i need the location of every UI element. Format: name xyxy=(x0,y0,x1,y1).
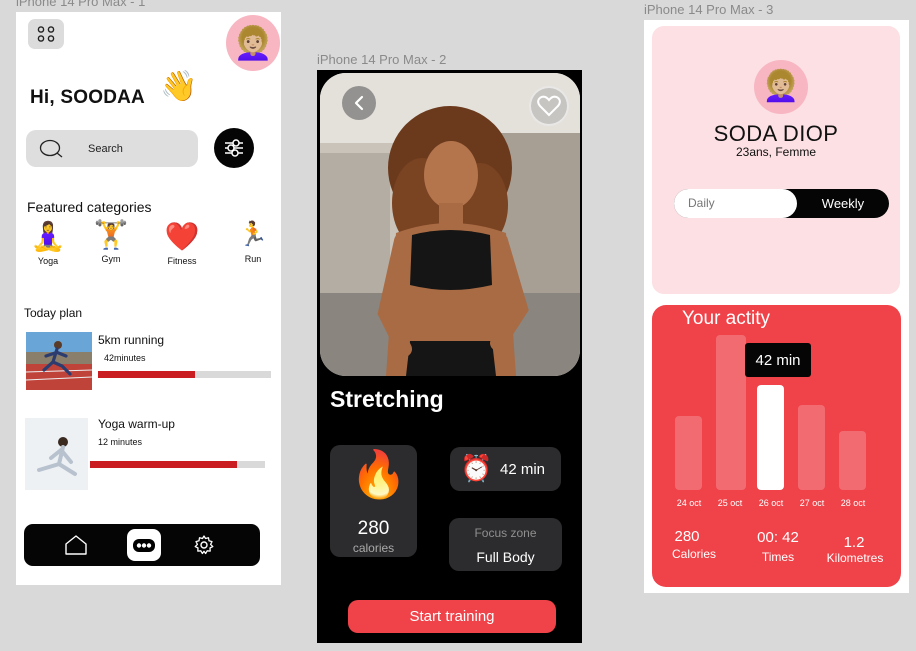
menu-button[interactable] xyxy=(28,19,64,49)
activity-bar[interactable] xyxy=(757,384,784,490)
nav-home[interactable] xyxy=(62,532,90,558)
duration-value: 42 min xyxy=(500,461,546,478)
activity-title: Your actity xyxy=(682,308,771,329)
plan-progress-fill xyxy=(98,371,195,378)
woman-avatar-icon: 👩🏼‍🦱 xyxy=(762,70,800,103)
calories-value: 280 xyxy=(357,518,390,539)
weightlifter-icon: 🏋️ xyxy=(93,219,129,250)
chevron-left-icon xyxy=(354,95,364,111)
activity-bar[interactable] xyxy=(839,431,866,490)
category-gym[interactable]: 🏋️ Gym xyxy=(85,218,137,264)
focus-zone-label: Focus zone xyxy=(474,526,537,540)
heart-outline-icon xyxy=(537,95,561,117)
featured-title: Featured categories xyxy=(27,199,152,215)
profile-card: 👩🏼‍🦱 SODA DIOP 23ans, Femme Daily Weekly xyxy=(652,26,900,294)
stat-distance-label: Kilometres xyxy=(826,551,884,565)
period-toggle: Daily Weekly xyxy=(674,189,889,218)
activity-bar[interactable] xyxy=(675,415,702,490)
profile-meta: 23ans, Femme xyxy=(735,145,817,159)
plan-duration: 42minutes xyxy=(104,353,146,363)
workout-screen: Stretching 🔥 280 calories ⏰ 42 min Focus… xyxy=(317,70,582,643)
toggle-weekly[interactable]: Weekly xyxy=(797,189,889,218)
category-label: Fitness xyxy=(167,256,197,266)
home-screen: 👩🏼‍🦱 Hi, SOODAA 👋 Search Featured catego… xyxy=(16,12,281,585)
robot-icon xyxy=(133,539,155,552)
category-yoga[interactable]: 🧘‍♀️ Yoga xyxy=(22,220,74,266)
greeting: Hi, SOODAA xyxy=(30,87,145,108)
activity-tooltip: 42 min xyxy=(745,343,811,377)
search-input[interactable]: Search xyxy=(88,143,123,155)
today-plan-title: Today plan xyxy=(24,306,83,320)
workout-title: Stretching xyxy=(330,386,444,412)
plan-name: 5km running xyxy=(98,333,165,347)
category-run[interactable]: 🏃 Run xyxy=(227,218,279,264)
plan-progress xyxy=(90,461,265,468)
stat-time-value: 00: 42 xyxy=(757,529,799,546)
search-bar[interactable]: Search xyxy=(26,130,198,167)
category-label: Gym xyxy=(101,254,121,264)
focus-zone-card: Focus zone Full Body xyxy=(449,518,562,571)
sliders-icon xyxy=(225,139,243,157)
plan-name: Yoga warm-up xyxy=(98,417,175,431)
filter-button[interactable] xyxy=(214,128,254,168)
grid-icon xyxy=(37,26,55,42)
nav-assistant[interactable] xyxy=(127,529,161,561)
plan-progress-fill xyxy=(90,461,237,468)
calories-unit: calories xyxy=(352,541,395,555)
plan-progress xyxy=(98,371,271,378)
settings-icon xyxy=(194,535,214,555)
heart-icon: ❤️ xyxy=(164,221,200,252)
frame-label-2: iPhone 14 Pro Max - 2 xyxy=(317,52,447,67)
activity-bar-label: 24 oct xyxy=(676,498,702,508)
activity-bar-label: 28 oct xyxy=(840,498,866,508)
stat-distance-value: 1.2 xyxy=(843,534,865,551)
toggle-daily[interactable]: Daily xyxy=(674,189,797,218)
category-label: Yoga xyxy=(37,256,59,266)
frame-label-1: iPhone 14 Pro Max - 1 xyxy=(16,0,146,9)
runner-icon: 🏃 xyxy=(238,221,268,248)
stat-calories-value: 280 xyxy=(674,528,700,545)
profile-name: SODA DIOP xyxy=(713,121,839,146)
frame-label-3: iPhone 14 Pro Max - 3 xyxy=(644,2,774,17)
avatar[interactable]: 👩🏼‍🦱 xyxy=(226,15,280,71)
waving-hand-icon: 👋 xyxy=(160,70,198,103)
activity-card: Your actity 24 oct 25 oct 26 oct 27 oct 28 o… xyxy=(652,305,901,587)
start-training-button[interactable]: Start training xyxy=(348,600,556,633)
duration-card: ⏰ 42 min xyxy=(450,447,561,491)
profile-screen: 👩🏼‍🦱 SODA DIOP 23ans, Femme Daily Weekly… xyxy=(644,20,909,593)
bottom-nav xyxy=(24,524,260,566)
stat-time-label: Times xyxy=(761,550,795,564)
search-icon xyxy=(39,139,63,158)
category-label: Run xyxy=(244,254,262,264)
workout-hero-photo xyxy=(320,73,580,376)
woman-avatar-icon: 👩🏼‍🦱 xyxy=(233,25,273,61)
focus-zone-value: Full Body xyxy=(476,549,535,565)
running-thumbnail[interactable] xyxy=(26,332,92,390)
nav-settings[interactable] xyxy=(190,532,218,558)
activity-bar-label: 27 oct xyxy=(799,498,825,508)
alarm-clock-icon: ⏰ xyxy=(460,453,493,483)
back-button[interactable] xyxy=(342,86,376,120)
favorite-button[interactable] xyxy=(529,86,569,126)
calories-card: 🔥 280 calories xyxy=(330,445,417,557)
yoga-icon: 🧘‍♀️ xyxy=(30,221,66,252)
category-fitness[interactable]: ❤️ Fitness xyxy=(156,220,208,266)
plan-duration: 12 minutes xyxy=(98,437,143,447)
profile-avatar[interactable]: 👩🏼‍🦱 xyxy=(754,60,808,114)
yoga-thumbnail[interactable] xyxy=(25,418,88,490)
activity-bar[interactable] xyxy=(798,404,825,490)
activity-bar[interactable] xyxy=(716,335,746,490)
activity-bar-label: 26 oct xyxy=(758,498,784,508)
home-icon xyxy=(65,535,87,555)
activity-bar-label: 25 oct xyxy=(717,498,743,508)
stat-calories-label: Calories xyxy=(671,547,716,561)
fire-icon: 🔥 xyxy=(350,448,408,500)
